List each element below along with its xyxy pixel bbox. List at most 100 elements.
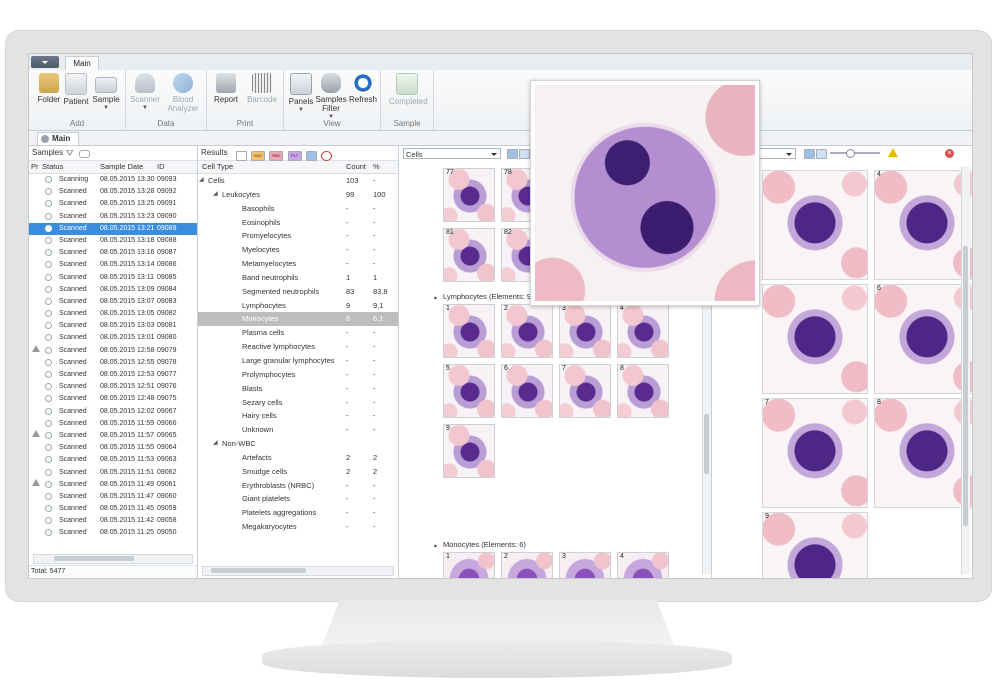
table-row[interactable]: Scanned 08.05.2015 13:03 09081: [29, 320, 197, 332]
tree-row[interactable]: Eosinophils - -: [198, 216, 398, 230]
cell-thumbnail[interactable]: 4: [617, 552, 669, 578]
column-percent[interactable]: %: [373, 161, 380, 173]
table-row[interactable]: Scanned 08.05.2015 12:02 09067: [29, 406, 197, 418]
table-row[interactable]: Scanned 08.05.2015 13:07 09083: [29, 296, 197, 308]
grid-icon[interactable]: [305, 150, 317, 161]
tree-row[interactable]: Platelets aggregations - -: [198, 506, 398, 520]
table-row[interactable]: Scanned 08.05.2015 11:53 09063: [29, 454, 197, 466]
tree-row[interactable]: Sezary cells - -: [198, 396, 398, 410]
plt-toggle-button[interactable]: PLT: [287, 150, 302, 161]
column-status[interactable]: Status: [42, 161, 63, 173]
tree-row[interactable]: Myelocytes - -: [198, 243, 398, 257]
column-sample-date[interactable]: Sample Date: [100, 161, 143, 173]
tree-row[interactable]: Band neutrophils 1 1: [198, 271, 398, 285]
table-row[interactable]: Scanned 08.05.2015 11:49 09061: [29, 478, 197, 491]
collapse-toggle-icon[interactable]: ◢: [213, 437, 218, 451]
section-header[interactable]: Lymphocytes (Elements: 9): [433, 292, 534, 301]
tree-row[interactable]: Hairy cells - -: [198, 409, 398, 423]
warning-icon[interactable]: [888, 148, 898, 157]
table-row[interactable]: Scanned 08.05.2015 12:48 09075: [29, 393, 197, 405]
table-row[interactable]: Scanned 08.05.2015 13:21 09089: [29, 222, 197, 235]
refresh-button[interactable]: Refresh: [346, 73, 380, 104]
tree-row[interactable]: Unknown - -: [198, 423, 398, 437]
cell-thumbnail[interactable]: 81: [443, 228, 495, 282]
scrollbar-thumb[interactable]: [963, 246, 968, 526]
column-cell-type[interactable]: Cell Type: [202, 161, 233, 173]
filter-icon[interactable]: ⛛: [66, 146, 74, 160]
cell-thumbnail[interactable]: 2: [501, 304, 553, 358]
table-row[interactable]: Scanned 08.05.2015 12:53 09077: [29, 369, 197, 381]
tree-row[interactable]: Erythroblasts (NRBC) - -: [198, 479, 398, 493]
table-row[interactable]: Scanned 08.05.2015 12:55 09078: [29, 357, 197, 369]
gallery-view-icon[interactable]: [804, 149, 815, 159]
toggle-icon[interactable]: [79, 150, 90, 158]
table-row[interactable]: Scanned 08.05.2015 13:14 09086: [29, 259, 197, 271]
table-row[interactable]: Scanned 08.05.2015 13:18 09088: [29, 235, 197, 247]
tree-row[interactable]: ◢ Cells 103 -: [198, 174, 398, 188]
document-tab-main[interactable]: Main: [37, 132, 79, 145]
application-menu-button[interactable]: [31, 56, 59, 68]
tree-row[interactable]: Metamyelocytes - -: [198, 257, 398, 271]
table-row[interactable]: Scanned 08.05.2015 13:28 09092: [29, 186, 197, 198]
rbc-toggle-button[interactable]: RBC: [269, 150, 284, 161]
samples-filter-button[interactable]: Samples Filter ▼: [314, 73, 348, 122]
table-row[interactable]: Scanned 08.05.2015 12:58 09079: [29, 344, 197, 357]
scrollbar-thumb[interactable]: [704, 414, 709, 474]
cell-thumbnail[interactable]: 4: [617, 304, 669, 358]
results-horizontal-scrollbar[interactable]: [202, 566, 394, 576]
cells-filter-select[interactable]: Cells: [403, 148, 501, 159]
table-row[interactable]: Scanned 08.05.2015 11:42 09058: [29, 515, 197, 527]
zoom-slider[interactable]: [830, 149, 880, 158]
gallery-view-icon[interactable]: [507, 149, 518, 159]
list-view-icon[interactable]: [816, 149, 827, 159]
zoom-slider-handle[interactable]: [846, 149, 855, 158]
samples-horizontal-scrollbar[interactable]: [33, 554, 193, 564]
cell-thumbnail[interactable]: 77: [443, 168, 495, 222]
column-pr[interactable]: Pr: [31, 161, 39, 173]
table-row[interactable]: Scanned 08.05.2015 13:05 09082: [29, 308, 197, 320]
table-row[interactable]: Scanned 08.05.2015 11:47 09060: [29, 491, 197, 503]
panels-button[interactable]: Panels ▼: [284, 73, 318, 115]
table-row[interactable]: Scanned 08.05.2015 11:59 09066: [29, 418, 197, 430]
scrollbar-thumb[interactable]: [211, 568, 306, 573]
tree-row[interactable]: ◢ Leukocytes 99 100: [198, 188, 398, 202]
tab-main[interactable]: Main: [65, 56, 99, 71]
tree-row[interactable]: Blasts - -: [198, 382, 398, 396]
barcode-button[interactable]: Barcode: [245, 73, 279, 104]
list-view-icon[interactable]: [519, 149, 530, 159]
tree-row[interactable]: Reactive lymphocytes - -: [198, 340, 398, 354]
cell-image[interactable]: 9: [762, 512, 868, 578]
cell-thumbnail[interactable]: 3: [559, 552, 611, 578]
table-row[interactable]: Scanned 08.05.2015 13:09 09084: [29, 284, 197, 296]
completed-button[interactable]: Completed: [389, 73, 428, 106]
tree-row[interactable]: Artefacts 2 2: [198, 451, 398, 465]
cell-thumbnail[interactable]: 1: [443, 552, 495, 578]
tree-row[interactable]: Prolymphocytes - -: [198, 368, 398, 382]
patient-button[interactable]: Patient: [59, 73, 93, 106]
table-row[interactable]: Scanning 08.05.2015 13:30 09093: [29, 174, 197, 186]
table-row[interactable]: Scanned 08.05.2015 13:01 09080: [29, 332, 197, 344]
table-row[interactable]: Scanned 08.05.2015 11:25 09050: [29, 527, 197, 539]
table-row[interactable]: Scanned 08.05.2015 11:57 09065: [29, 429, 197, 442]
sample-button[interactable]: Sample ▼: [89, 73, 123, 113]
report-button[interactable]: Report: [209, 73, 243, 104]
section-header[interactable]: Monocytes (Elements: 6): [433, 540, 526, 549]
wbc-toggle-button[interactable]: WBC: [251, 150, 266, 161]
table-row[interactable]: Scanned 08.05.2015 13:11 09085: [29, 272, 197, 284]
cell-thumbnail[interactable]: 9: [443, 424, 495, 478]
tree-row[interactable]: Giant platelets - -: [198, 492, 398, 506]
cell-thumbnail[interactable]: 8: [617, 364, 669, 418]
collapse-toggle-icon[interactable]: ◢: [213, 188, 218, 202]
tree-row[interactable]: Segmented neutrophils 83 83,8: [198, 285, 398, 299]
table-row[interactable]: Scanned 08.05.2015 11:55 09064: [29, 442, 197, 454]
cell-thumbnail[interactable]: 2: [501, 552, 553, 578]
cell-image[interactable]: [762, 284, 868, 394]
cell-thumbnail[interactable]: 1: [443, 304, 495, 358]
clear-icon[interactable]: [321, 150, 333, 161]
column-id[interactable]: ID: [157, 161, 165, 173]
cell-image[interactable]: 8: [874, 398, 972, 508]
table-row[interactable]: Scanned 08.05.2015 13:23 09090: [29, 211, 197, 223]
cell-thumbnail[interactable]: 3: [559, 304, 611, 358]
tree-row[interactable]: Promyelocytes - -: [198, 229, 398, 243]
viewer-vertical-scrollbar[interactable]: [961, 166, 970, 574]
